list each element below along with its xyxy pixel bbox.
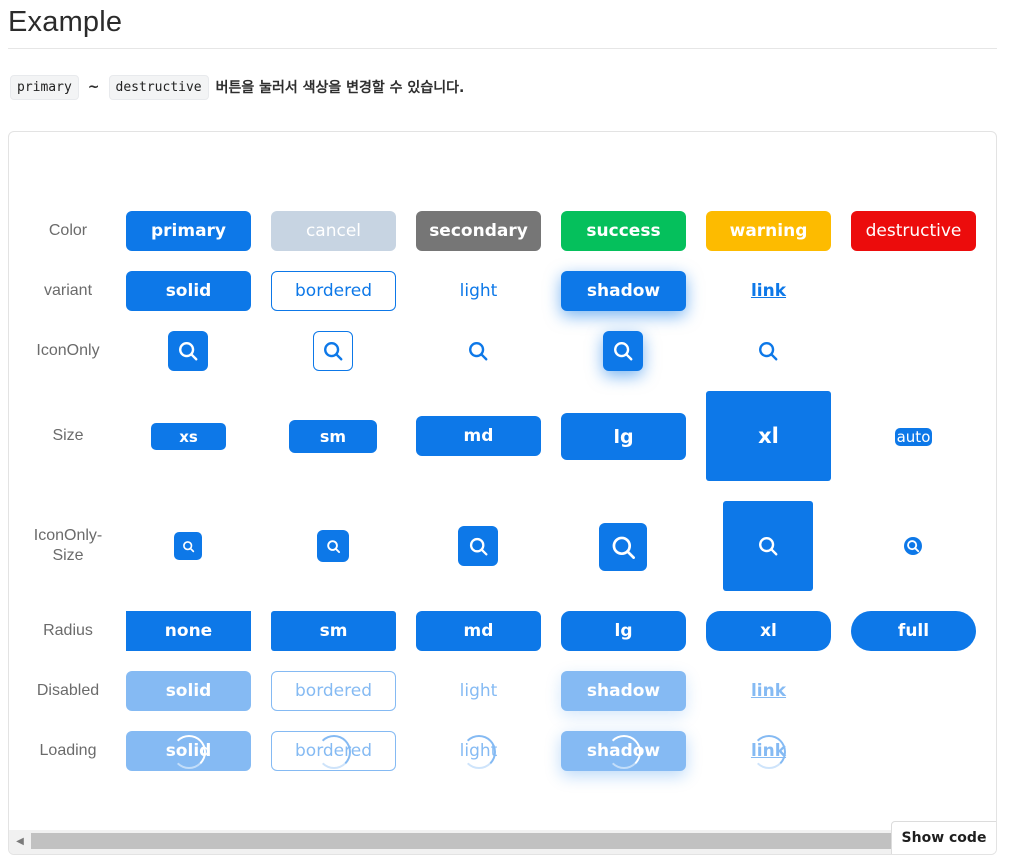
- spinner-icon: [172, 735, 206, 769]
- spinner-icon: [607, 735, 641, 769]
- disabled-shadow-button: shadow: [561, 671, 686, 711]
- radius-lg-button[interactable]: lg: [561, 611, 686, 651]
- code-destructive: destructive: [108, 74, 209, 100]
- search-icon: [324, 342, 343, 361]
- code-primary: primary: [10, 74, 79, 100]
- search-icon: [612, 536, 635, 559]
- radius-xl-button[interactable]: xl: [706, 611, 831, 651]
- search-icon: [759, 342, 778, 361]
- scrollbar-thumb[interactable]: [31, 833, 921, 849]
- disabled-bordered-button: bordered: [271, 671, 396, 711]
- row-label-variant: variant: [43, 282, 93, 299]
- page-title: Example: [8, 6, 123, 38]
- size-lg-button[interactable]: lg: [561, 413, 686, 460]
- icononly-size-sm-button[interactable]: [317, 530, 349, 562]
- icononly-size-auto-button[interactable]: [904, 537, 922, 555]
- search-icon: [182, 540, 194, 552]
- search-icon: [179, 342, 198, 361]
- size-sm-button[interactable]: sm: [289, 420, 377, 453]
- row-label-icononly-size-line2: Size: [52, 547, 84, 564]
- search-icon: [614, 342, 633, 361]
- color-primary-button[interactable]: primary: [126, 211, 251, 251]
- loading-shadow-button: shadow: [561, 731, 686, 771]
- row-label-loading: Loading: [39, 742, 97, 759]
- radius-none-button[interactable]: none: [126, 611, 251, 651]
- icononly-solid-button[interactable]: [168, 331, 208, 371]
- row-label-icononly-size: IconOnly- Size: [9, 526, 127, 566]
- size-md-button[interactable]: md: [416, 416, 541, 456]
- icononly-size-md-button[interactable]: [458, 526, 498, 566]
- variant-link-button[interactable]: link: [706, 271, 831, 311]
- size-xs-button[interactable]: xs: [151, 423, 226, 450]
- color-secondary-button[interactable]: secondary: [416, 211, 541, 251]
- icononly-size-xl-button[interactable]: [723, 501, 813, 591]
- row-label-icononly-size-line1: IconOnly-: [33, 527, 103, 544]
- icononly-link-button[interactable]: [748, 331, 788, 371]
- description-text: 버튼을 눌러서 색상을 변경할 수 있습니다.: [215, 80, 465, 96]
- size-auto-button[interactable]: auto: [895, 428, 932, 446]
- disabled-solid-button: solid: [126, 671, 251, 711]
- search-icon: [326, 539, 340, 553]
- row-label-color: Color: [48, 222, 88, 239]
- icononly-light-button[interactable]: [458, 331, 498, 371]
- color-warning-button[interactable]: warning: [706, 211, 831, 251]
- horizontal-scrollbar[interactable]: ◀: [9, 830, 996, 854]
- variant-bordered-button[interactable]: bordered: [271, 271, 396, 311]
- spinner-icon: [752, 735, 786, 769]
- loading-light-button: light: [416, 731, 541, 771]
- radius-full-button[interactable]: full: [851, 611, 976, 651]
- icononly-shadow-button[interactable]: [603, 331, 643, 371]
- scroll-left-arrow-icon[interactable]: ◀: [13, 834, 27, 850]
- disabled-link-button: link: [750, 681, 787, 701]
- spinner-icon: [462, 735, 496, 769]
- radius-sm-button[interactable]: sm: [271, 611, 396, 651]
- radius-md-button[interactable]: md: [416, 611, 541, 651]
- title-divider: [8, 48, 997, 49]
- search-icon: [759, 537, 778, 556]
- color-success-button[interactable]: success: [561, 211, 686, 251]
- icononly-size-lg-button[interactable]: [599, 523, 647, 571]
- search-icon: [907, 540, 920, 553]
- color-cancel-button[interactable]: cancel: [271, 211, 396, 251]
- icononly-bordered-button[interactable]: [313, 331, 353, 371]
- description: primary ~ destructive 버튼을 눌러서 색상을 변경할 수 …: [10, 73, 464, 101]
- icononly-size-xs-button[interactable]: [174, 532, 202, 560]
- spinner-icon: [317, 735, 351, 769]
- search-icon: [469, 342, 488, 361]
- row-label-size: Size: [52, 427, 84, 444]
- variant-shadow-button[interactable]: shadow: [561, 271, 686, 311]
- search-icon: [469, 537, 488, 556]
- variant-solid-button[interactable]: solid: [126, 271, 251, 311]
- color-destructive-button[interactable]: destructive: [851, 211, 976, 251]
- row-label-disabled: Disabled: [36, 682, 100, 699]
- variant-light-button[interactable]: light: [416, 271, 541, 311]
- loading-link-button: link: [706, 731, 831, 771]
- row-label-icononly: IconOnly: [36, 342, 100, 359]
- loading-solid-button: solid: [126, 731, 251, 771]
- show-code-button[interactable]: Show code: [891, 821, 996, 854]
- size-xl-button[interactable]: xl: [706, 391, 831, 481]
- demo-box: Color variant IconOnly Size IconOnly- Si…: [8, 131, 997, 855]
- loading-bordered-button: bordered: [271, 731, 396, 771]
- row-label-radius: Radius: [43, 622, 93, 639]
- tilde: ~: [87, 79, 100, 95]
- disabled-light-button: light: [459, 681, 498, 701]
